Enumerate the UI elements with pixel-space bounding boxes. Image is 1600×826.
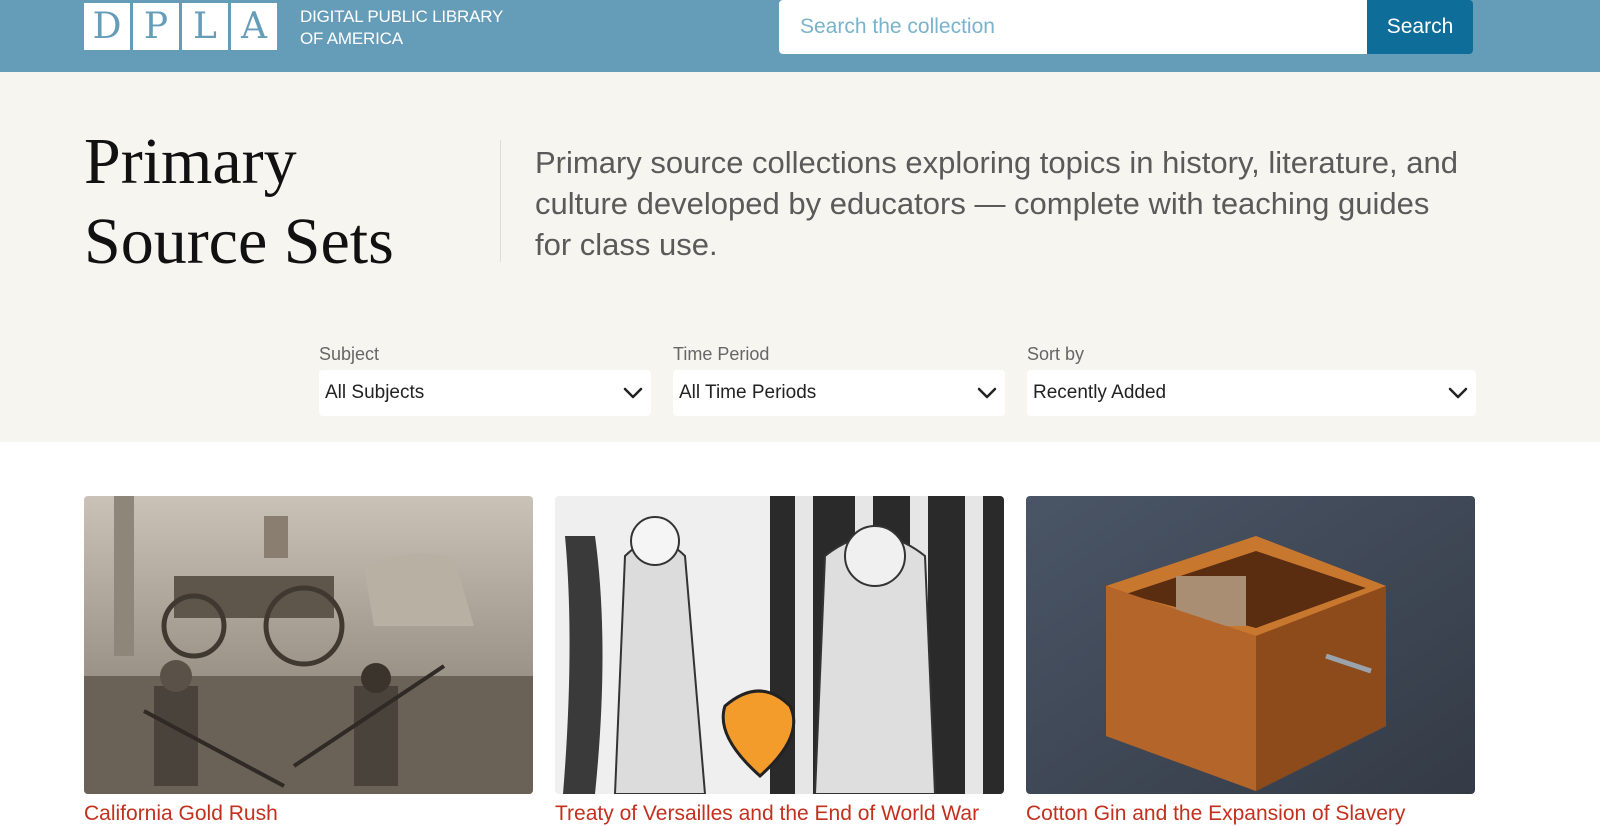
logo-wordmark-line2: OF AMERICA bbox=[300, 29, 403, 48]
chevron-down-icon bbox=[1448, 386, 1468, 400]
page-title-line2: Source Sets bbox=[84, 205, 394, 278]
hero-divider bbox=[500, 140, 501, 262]
source-set-grid: California Gold Rush Treaty of Versaille… bbox=[84, 496, 1475, 826]
subject-select[interactable]: All Subjects bbox=[319, 370, 651, 416]
search-button[interactable]: Search bbox=[1367, 0, 1473, 54]
source-set-card[interactable]: Treaty of Versailles and the End of Worl… bbox=[555, 496, 1004, 826]
card-title[interactable]: Cotton Gin and the Expansion of Slavery bbox=[1026, 802, 1475, 826]
source-set-card[interactable]: Cotton Gin and the Expansion of Slavery bbox=[1026, 496, 1475, 826]
chevron-down-icon bbox=[623, 386, 643, 400]
logo-wordmark-line1: DIGITAL PUBLIC LIBRARY bbox=[300, 7, 504, 26]
logo-letter-a: A bbox=[231, 3, 277, 50]
time-period-select-value: All Time Periods bbox=[679, 382, 817, 403]
dpla-logo[interactable]: D P L A bbox=[84, 3, 277, 50]
site-header: D P L A DIGITAL PUBLIC LIBRARY OF AMERIC… bbox=[0, 0, 1600, 72]
logo-wordmark[interactable]: DIGITAL PUBLIC LIBRARY OF AMERICA bbox=[300, 6, 503, 50]
card-image-cotton-gin[interactable] bbox=[1026, 496, 1475, 794]
time-period-filter-label: Time Period bbox=[673, 344, 770, 364]
subject-select-value: All Subjects bbox=[325, 382, 425, 403]
card-title[interactable]: California Gold Rush bbox=[84, 802, 533, 826]
hero-description: Primary source collections exploring top… bbox=[535, 145, 1458, 262]
subject-filter: Subject All Subjects bbox=[319, 344, 651, 416]
sort-by-select[interactable]: Recently Added bbox=[1027, 370, 1476, 416]
logo-letter-p: P bbox=[133, 3, 179, 50]
time-period-select[interactable]: All Time Periods bbox=[673, 370, 1005, 416]
chevron-down-icon bbox=[977, 386, 997, 400]
filter-bar: Subject All Subjects Time Period All Tim… bbox=[319, 344, 1476, 416]
source-set-card[interactable]: California Gold Rush bbox=[84, 496, 533, 826]
hero-section: Primary Source Sets Primary source colle… bbox=[0, 72, 1600, 442]
search-input[interactable] bbox=[779, 0, 1367, 54]
time-period-filter: Time Period All Time Periods bbox=[673, 344, 1005, 416]
card-image-treaty-versailles[interactable] bbox=[555, 496, 1004, 794]
logo-letter-l: L bbox=[182, 3, 228, 50]
page-title-line1: Primary bbox=[84, 125, 297, 198]
card-title[interactable]: Treaty of Versailles and the End of Worl… bbox=[555, 802, 1004, 826]
sort-by-select-value: Recently Added bbox=[1033, 382, 1167, 403]
card-image-gold-rush[interactable] bbox=[84, 496, 533, 794]
subject-filter-label: Subject bbox=[319, 344, 380, 364]
sort-by-filter-label: Sort by bbox=[1027, 344, 1085, 364]
sort-by-filter: Sort by Recently Added bbox=[1027, 344, 1476, 416]
logo-letter-d: D bbox=[84, 3, 130, 50]
search-form: Search bbox=[779, 0, 1473, 54]
page-title: Primary Source Sets bbox=[84, 122, 464, 282]
